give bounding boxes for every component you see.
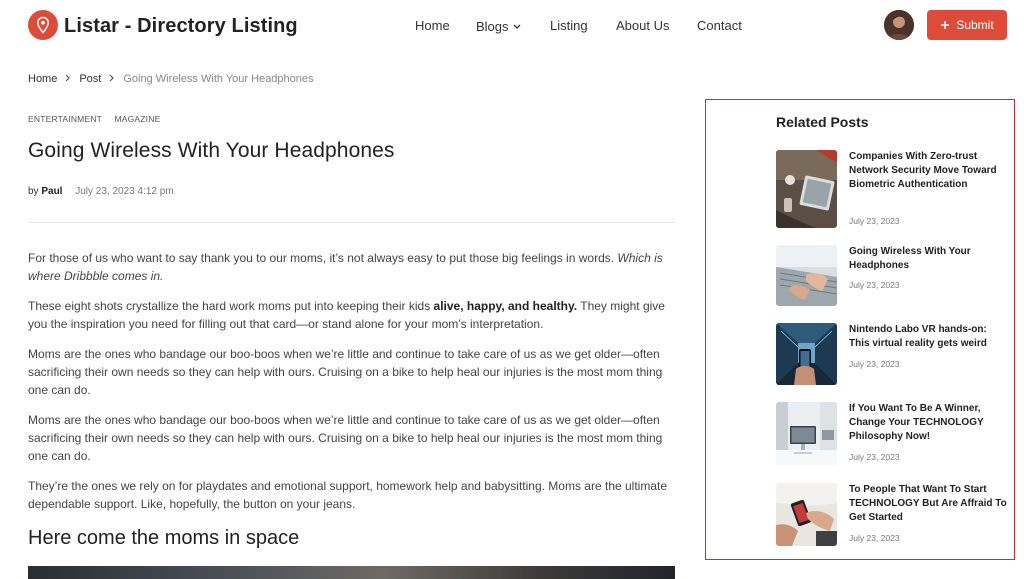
breadcrumb: Home Post Going Wireless With Your Headp…	[28, 73, 314, 85]
paragraph-3: Moms are the ones who bandage our boo-bo…	[28, 347, 663, 397]
breadcrumb-home[interactable]: Home	[28, 73, 57, 85]
related-post-thumbnail[interactable]	[776, 323, 837, 385]
related-post-title[interactable]: To People That Want To Start TECHNOLOGY …	[849, 483, 1009, 525]
related-post-title[interactable]: If You Want To Be A Winner, Change Your …	[849, 402, 1009, 444]
paragraph-1-text: For those of us who want to say thank yo…	[28, 251, 618, 265]
meta-divider	[28, 222, 675, 223]
related-post-item[interactable]: Going Wireless With Your Headphones July…	[776, 245, 1011, 306]
logo-icon[interactable]	[28, 10, 58, 40]
related-post-thumbnail[interactable]	[776, 483, 837, 546]
paragraph-2-strong: alive, happy, and healthy.	[433, 299, 578, 313]
tag-magazine[interactable]: MAGAZINE	[114, 114, 160, 124]
submit-button[interactable]: Submit	[927, 10, 1007, 40]
site-title[interactable]: Listar - Directory Listing	[64, 15, 298, 38]
related-posts-panel: Related Posts Companies With Zero-trust …	[705, 99, 1015, 560]
chevron-down-icon	[513, 18, 521, 33]
chevron-right-icon	[109, 73, 115, 85]
related-post-thumbnail[interactable]	[776, 402, 837, 465]
nav-contact[interactable]: Contact	[697, 18, 742, 33]
tag-entertainment[interactable]: ENTERTAINMENT	[28, 114, 102, 124]
related-post-title[interactable]: Going Wireless With Your Headphones	[849, 245, 1009, 273]
related-post-thumbnail[interactable]	[776, 245, 837, 306]
byline-prefix: by	[28, 186, 39, 197]
nav-home[interactable]: Home	[415, 18, 450, 33]
post-author[interactable]: Paul	[41, 186, 62, 197]
submit-button-label: Submit	[956, 18, 994, 32]
breadcrumb-current: Going Wireless With Your Headphones	[123, 73, 314, 85]
paragraph-2-text: These eight shots crystallize the hard w…	[28, 299, 434, 313]
related-post-date: July 23, 2023	[849, 359, 900, 369]
location-pin-icon	[36, 16, 50, 34]
section-heading: Here come the moms in space	[28, 527, 300, 549]
related-post-title[interactable]: Nintendo Labo VR hands-on: This virtual …	[849, 323, 1009, 351]
nav-blogs[interactable]: Blogs	[476, 18, 521, 34]
related-post-title[interactable]: Companies With Zero-trust Network Securi…	[849, 150, 1009, 192]
post-content: For those of us who want to say thank yo…	[28, 249, 678, 525]
related-posts-title: Related Posts	[776, 114, 869, 130]
related-post-item[interactable]: Nintendo Labo VR hands-on: This virtual …	[776, 323, 1011, 385]
paragraph-4: Moms are the ones who bandage our boo-bo…	[28, 413, 663, 463]
user-avatar[interactable]	[884, 10, 914, 40]
related-post-date: July 23, 2023	[849, 216, 900, 226]
chevron-right-icon	[65, 73, 71, 85]
nav-listing[interactable]: Listing	[550, 18, 588, 33]
post-meta: by Paul July 23, 2023 4:12 pm	[28, 186, 174, 197]
post-date: July 23, 2023 4:12 pm	[75, 186, 174, 197]
related-post-date: July 23, 2023	[849, 452, 900, 462]
paragraph-5: They’re the ones we rely on for playdate…	[28, 479, 668, 511]
related-post-thumbnail[interactable]	[776, 150, 837, 228]
site-header: Listar - Directory Listing Home Blogs Li…	[0, 0, 1024, 52]
post-title: Going Wireless With Your Headphones	[28, 139, 395, 162]
related-post-date: July 23, 2023	[849, 280, 900, 290]
related-post-date: July 23, 2023	[849, 533, 900, 543]
related-post-item[interactable]: If You Want To Be A Winner, Change Your …	[776, 402, 1011, 465]
related-post-item[interactable]: Companies With Zero-trust Network Securi…	[776, 150, 1011, 228]
article-image	[28, 566, 675, 579]
paragraph-2: These eight shots crystallize the hard w…	[28, 297, 678, 333]
paragraph-1: For those of us who want to say thank yo…	[28, 249, 678, 285]
breadcrumb-post[interactable]: Post	[79, 73, 101, 85]
plus-icon	[941, 21, 950, 29]
nav-about-us[interactable]: About Us	[616, 18, 669, 33]
nav-blogs-label: Blogs	[476, 19, 509, 34]
related-post-item[interactable]: To People That Want To Start TECHNOLOGY …	[776, 483, 1011, 546]
post-tags: ENTERTAINMENT MAGAZINE	[28, 114, 170, 124]
